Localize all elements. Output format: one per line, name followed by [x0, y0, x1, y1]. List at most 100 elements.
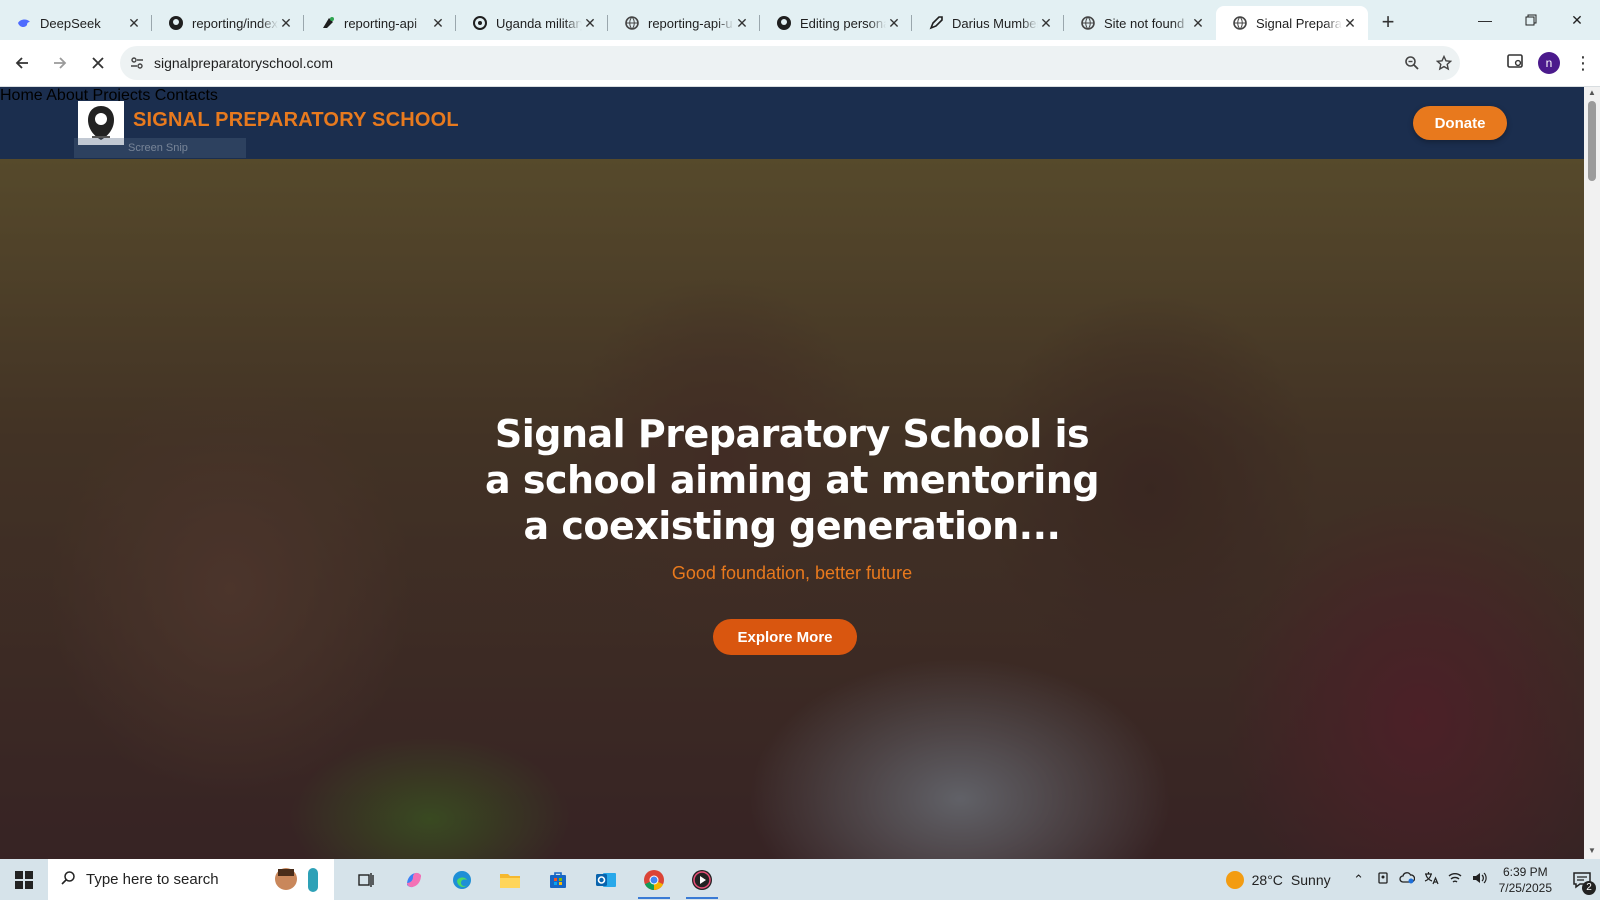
hero-tagline: Good foundation, better future — [671, 563, 913, 583]
tab-reporting-api-u[interactable]: reporting-api-u ✕ — [608, 7, 760, 39]
openai-icon — [472, 15, 488, 31]
tab-title: Site not found — [1104, 15, 1185, 31]
start-button[interactable] — [0, 859, 48, 900]
microsoft-store-icon[interactable] — [534, 859, 582, 900]
notification-count-badge: 2 — [1582, 880, 1596, 895]
tab-reporting-index[interactable]: reporting/index ✕ — [152, 7, 304, 39]
close-icon[interactable]: ✕ — [886, 15, 902, 31]
back-button[interactable] — [6, 47, 38, 79]
system-tray: 28°C Sunny ⌃ 6:39 PM 7/25/2025 2 — [1225, 859, 1600, 900]
outlook-icon[interactable] — [582, 859, 630, 900]
tab-title: DeepSeek — [40, 15, 101, 31]
tab-signal-preparatory[interactable]: Signal Preparatory ✕ — [1216, 6, 1368, 40]
explore-more-button[interactable]: Explore More — [713, 619, 857, 655]
github-icon — [776, 15, 792, 31]
tab-site-not-found[interactable]: Site not found ✕ — [1064, 7, 1216, 39]
onedrive-icon[interactable] — [1395, 872, 1419, 887]
search-highlight-illustration-icon — [272, 865, 324, 899]
page-scrollbar[interactable]: ▲ ▼ — [1584, 87, 1600, 859]
globe-icon — [1080, 15, 1096, 31]
url-text[interactable]: signalpreparatoryschool.com — [154, 55, 1396, 71]
tab-uganda-military[interactable]: Uganda military ✕ — [456, 7, 608, 39]
scroll-up-icon[interactable]: ▲ — [1588, 89, 1596, 97]
close-icon[interactable]: ✕ — [1038, 15, 1054, 31]
volume-icon[interactable] — [1467, 871, 1491, 888]
github-icon — [168, 15, 184, 31]
tab-reporting-api[interactable]: reporting-api ✕ — [304, 7, 456, 39]
tab-title: reporting/index — [192, 15, 278, 31]
close-icon[interactable]: ✕ — [1190, 15, 1206, 31]
notification-center-button[interactable]: 2 — [1564, 871, 1600, 895]
windows-taskbar: Type here to search 28°C Sunny ⌃ 6:39 PM… — [0, 859, 1600, 900]
tab-darius-mumbere[interactable]: Darius Mumbere ✕ — [912, 7, 1064, 39]
new-tab-button[interactable]: + — [1372, 7, 1404, 39]
forward-button[interactable] — [44, 47, 76, 79]
toolbar-actions: n ⋮ — [1506, 46, 1592, 80]
meet-now-icon[interactable] — [1371, 871, 1395, 888]
address-bar[interactable]: signalpreparatoryschool.com — [120, 46, 1460, 80]
system-clock[interactable]: 6:39 PM 7/25/2025 — [1499, 864, 1552, 896]
nav-contacts-link[interactable]: Contacts — [155, 87, 218, 104]
windows-logo-icon — [15, 870, 33, 889]
bookmark-star-icon[interactable] — [1428, 55, 1460, 71]
browser-tab-strip: DeepSeek ✕ reporting/index ✕ reporting-a… — [0, 0, 1600, 40]
close-icon[interactable]: ✕ — [430, 15, 446, 31]
render-icon — [320, 15, 336, 31]
tab-title: Signal Preparatory — [1256, 15, 1342, 31]
profile-avatar[interactable]: n — [1538, 52, 1560, 74]
zoom-icon[interactable] — [1396, 55, 1428, 71]
sun-icon — [1225, 870, 1244, 889]
tab-title: Darius Mumbere — [952, 15, 1038, 31]
weather-temperature: 28°C — [1251, 871, 1283, 888]
donate-button[interactable]: Donate — [1413, 106, 1507, 140]
task-view-icon[interactable] — [342, 859, 390, 900]
restore-icon[interactable] — [1508, 0, 1554, 40]
stop-loading-button[interactable] — [82, 47, 114, 79]
hero-section: Signal Preparatory School is a school ai… — [0, 159, 1584, 859]
clock-time: 6:39 PM — [1502, 864, 1548, 879]
close-icon[interactable]: ✕ — [582, 15, 598, 31]
close-icon[interactable]: ✕ — [126, 15, 142, 31]
chrome-icon[interactable] — [630, 859, 678, 900]
close-window-icon[interactable]: ✕ — [1554, 0, 1600, 40]
hero-headline: Signal Preparatory School is a school ai… — [484, 412, 1100, 548]
hero-content: Signal Preparatory School is a school ai… — [0, 159, 1584, 859]
weather-widget[interactable]: 28°C Sunny — [1225, 870, 1331, 889]
side-panel-icon[interactable] — [1506, 52, 1524, 75]
tab-title: reporting-api — [344, 15, 417, 31]
arrow-right-icon — [54, 57, 67, 69]
minimize-icon[interactable]: — — [1462, 0, 1508, 40]
tab-title: reporting-api-u — [648, 15, 733, 31]
site-info-icon[interactable] — [120, 55, 154, 71]
edge-browser-icon[interactable] — [438, 859, 486, 900]
tab-deepseek[interactable]: DeepSeek ✕ — [0, 7, 152, 39]
window-controls: — ✕ — [1462, 0, 1600, 40]
chevron-up-icon[interactable]: ⌃ — [1347, 872, 1371, 888]
school-crest-icon — [88, 106, 114, 140]
search-icon — [60, 870, 76, 890]
school-brand-name[interactable]: SIGNAL PREPARATORY SCHOOL — [133, 109, 459, 132]
copilot-icon[interactable] — [390, 859, 438, 900]
site-header: SIGNAL PREPARATORY SCHOOL Screen Snip Ho… — [0, 87, 1584, 159]
clock-date: 7/25/2025 — [1498, 880, 1552, 895]
tab-editing-personal[interactable]: Editing personal ✕ — [760, 7, 912, 39]
wifi-icon[interactable] — [1443, 871, 1467, 888]
close-icon[interactable]: ✕ — [1342, 15, 1358, 31]
close-icon[interactable]: ✕ — [278, 15, 294, 31]
globe-icon — [624, 15, 640, 31]
media-player-icon[interactable] — [678, 859, 726, 900]
scrollbar-thumb[interactable] — [1588, 101, 1596, 181]
search-placeholder: Type here to search — [86, 871, 219, 888]
taskbar-search[interactable]: Type here to search — [48, 859, 334, 900]
tab-title: Uganda military — [496, 15, 582, 31]
close-icon — [92, 57, 104, 69]
tab-title: Editing personal — [800, 15, 886, 31]
file-explorer-icon[interactable] — [486, 859, 534, 900]
page-viewport: SIGNAL PREPARATORY SCHOOL Screen Snip Ho… — [0, 87, 1584, 859]
scroll-down-icon[interactable]: ▼ — [1588, 847, 1596, 855]
input-language-icon[interactable] — [1419, 871, 1443, 888]
deepseek-icon — [16, 15, 32, 31]
more-menu-icon[interactable]: ⋮ — [1574, 53, 1592, 74]
close-icon[interactable]: ✕ — [734, 15, 750, 31]
nav-home-link[interactable]: Home — [0, 87, 43, 104]
